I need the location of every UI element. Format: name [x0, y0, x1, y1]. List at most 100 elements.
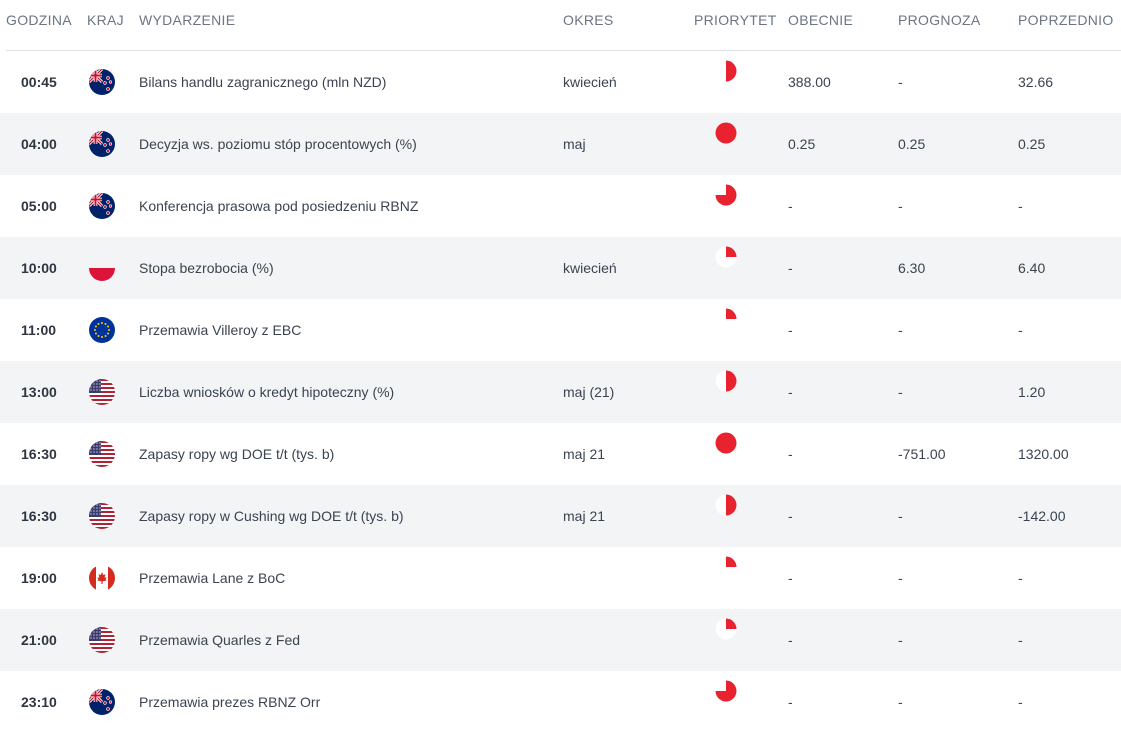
- event-actual: -: [788, 632, 793, 648]
- priority-pie-icon: [714, 617, 738, 641]
- event-actual: 388.00: [788, 74, 831, 90]
- flag-canada-icon: [89, 565, 115, 591]
- table-row[interactable]: 04:00 Decyzja ws. poziomu stóp procentowy…: [0, 113, 1121, 175]
- event-time: 11:00: [21, 322, 57, 338]
- column-header-time[interactable]: GODZINA: [6, 12, 72, 28]
- economic-calendar-table: GODZINA KRAJ WYDARZENIE OKRES PRIORYTET …: [0, 0, 1121, 733]
- event-actual: -: [788, 384, 793, 400]
- table-row[interactable]: 13:00 Liczba wniosków o kredyt hipoteczny…: [0, 361, 1121, 423]
- table-header: GODZINA KRAJ WYDARZENIE OKRES PRIORYTET …: [6, 0, 1121, 51]
- table-row[interactable]: 00:45 Bilans handlu zagranicznego (mln NZ…: [0, 51, 1121, 113]
- event-name[interactable]: Stopa bezrobocia (%): [139, 237, 274, 299]
- event-actual: -: [788, 260, 793, 276]
- column-header-period[interactable]: OKRES: [563, 12, 614, 28]
- priority-pie-icon: [714, 369, 738, 393]
- table-row[interactable]: 05:00 Konferencja prasowa pod posiedzeniu…: [0, 175, 1121, 237]
- event-forecast: -: [898, 322, 903, 338]
- event-name[interactable]: Bilans handlu zagranicznego (mln NZD): [139, 51, 386, 113]
- flag-united-states-icon: [89, 441, 115, 467]
- event-forecast: -: [898, 570, 903, 586]
- flag-poland-icon: [89, 255, 115, 281]
- priority-pie-icon: [714, 183, 738, 207]
- event-time: 23:10: [21, 694, 57, 710]
- event-previous: -142.00: [1018, 508, 1066, 524]
- event-time: 05:00: [21, 198, 57, 214]
- table-body: 00:45 Bilans handlu zagranicznego (mln NZ…: [0, 51, 1121, 733]
- event-name[interactable]: Przemawia Quarles z Fed: [139, 609, 300, 671]
- event-time: 16:30: [21, 508, 57, 524]
- event-actual: -: [788, 570, 793, 586]
- event-time: 00:45: [21, 74, 57, 90]
- event-forecast: 6.30: [898, 260, 926, 276]
- event-previous: 1320.00: [1018, 446, 1069, 462]
- column-header-priority[interactable]: PRIORYTET: [694, 12, 777, 28]
- event-forecast: -: [898, 384, 903, 400]
- event-previous: -: [1018, 632, 1023, 648]
- priority-pie-icon: [714, 493, 738, 517]
- event-name[interactable]: Przemawia Villeroy z EBC: [139, 299, 301, 361]
- event-previous: -: [1018, 694, 1023, 710]
- event-actual: -: [788, 508, 793, 524]
- event-actual: -: [788, 322, 793, 338]
- event-time: 13:00: [21, 384, 57, 400]
- event-previous: 6.40: [1018, 260, 1046, 276]
- event-name[interactable]: Zapasy ropy w Cushing wg DOE t/t (tys. b…: [139, 485, 404, 547]
- table-row[interactable]: 19:00 Przemawia Lane z BoC - - -: [0, 547, 1121, 609]
- flag-new-zealand-icon: [89, 131, 115, 157]
- event-name[interactable]: Zapasy ropy wg DOE t/t (tys. b): [139, 423, 334, 485]
- event-time: 21:00: [21, 632, 57, 648]
- event-period: maj 21: [563, 446, 606, 462]
- priority-pie-icon: [714, 59, 738, 83]
- flag-new-zealand-icon: [89, 689, 115, 715]
- event-actual: -: [788, 694, 793, 710]
- event-actual: 0.25: [788, 136, 816, 152]
- priority-pie-icon: [714, 245, 738, 269]
- event-forecast: -: [898, 74, 903, 90]
- event-name[interactable]: Przemawia prezes RBNZ Orr: [139, 671, 320, 733]
- priority-pie-icon: [714, 555, 738, 579]
- table-row[interactable]: 23:10 Przemawia prezes RBNZ Orr - - -: [0, 671, 1121, 733]
- table-row[interactable]: 10:00 Stopa bezrobocia (%) kwiecień - 6.30 6.…: [0, 237, 1121, 299]
- event-previous: -: [1018, 570, 1023, 586]
- event-forecast: -: [898, 508, 903, 524]
- priority-pie-icon: [714, 431, 738, 455]
- event-previous: 32.66: [1018, 74, 1054, 90]
- event-forecast: 0.25: [898, 136, 926, 152]
- flag-united-states-icon: [89, 627, 115, 653]
- event-time: 19:00: [21, 570, 57, 586]
- table-row[interactable]: 16:30 Zapasy ropy w Cushing wg DOE t/t (t…: [0, 485, 1121, 547]
- table-row[interactable]: 11:00 Przemawia Villeroy z EBC - - -: [0, 299, 1121, 361]
- event-forecast: -751.00: [898, 446, 946, 462]
- column-header-forecast[interactable]: PROGNOZA: [898, 12, 981, 28]
- event-actual: -: [788, 198, 793, 214]
- event-period: maj (21): [563, 384, 615, 400]
- event-forecast: -: [898, 198, 903, 214]
- column-header-actual[interactable]: OBECNIE: [788, 12, 853, 28]
- flag-new-zealand-icon: [89, 193, 115, 219]
- flag-united-states-icon: [89, 379, 115, 405]
- event-previous: -: [1018, 322, 1023, 338]
- column-header-country[interactable]: KRAJ: [87, 12, 124, 28]
- priority-pie-icon: [714, 679, 738, 703]
- table-row[interactable]: 21:00 Przemawia Quarles z Fed - - -: [0, 609, 1121, 671]
- column-header-previous[interactable]: POPRZEDNIO: [1018, 12, 1114, 28]
- event-time: 16:30: [21, 446, 57, 462]
- priority-pie-icon: [714, 307, 738, 331]
- event-name[interactable]: Liczba wniosków o kredyt hipoteczny (%): [139, 361, 394, 423]
- flag-united-states-icon: [89, 503, 115, 529]
- event-previous: -: [1018, 198, 1023, 214]
- event-name[interactable]: Przemawia Lane z BoC: [139, 547, 285, 609]
- column-header-event[interactable]: WYDARZENIE: [139, 12, 235, 28]
- table-row[interactable]: 16:30 Zapasy ropy wg DOE t/t (tys. b) maj …: [0, 423, 1121, 485]
- event-time: 04:00: [21, 136, 57, 152]
- event-time: 10:00: [21, 260, 57, 276]
- flag-european-union-icon: [89, 317, 115, 343]
- priority-pie-icon: [714, 121, 738, 145]
- event-previous: 0.25: [1018, 136, 1046, 152]
- event-name[interactable]: Konferencja prasowa pod posiedzeniu RBNZ: [139, 175, 418, 237]
- event-period: maj 21: [563, 508, 606, 524]
- event-actual: -: [788, 446, 793, 462]
- event-period: kwiecień: [563, 260, 617, 276]
- event-period: kwiecień: [563, 74, 617, 90]
- event-name[interactable]: Decyzja ws. poziomu stóp procentowych (%…: [139, 113, 417, 175]
